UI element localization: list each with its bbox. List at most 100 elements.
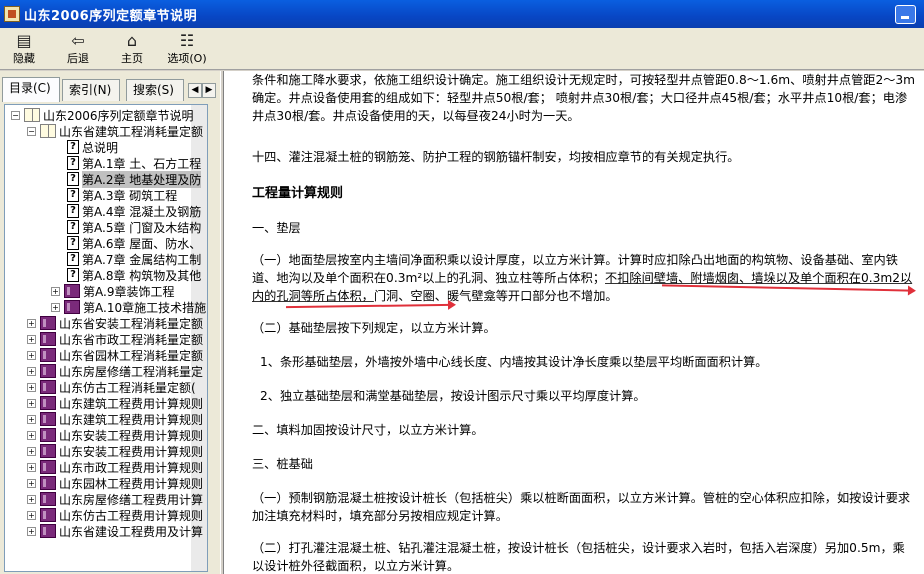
expand-icon[interactable]: + (27, 478, 36, 488)
contents-tree[interactable]: − 山东2006序列定额章节说明 − 山东省建筑工程消耗量定额? 总说明? 第A.1章 土… (4, 104, 208, 572)
tree-item-label: 山东安装工程费用计算规则 (59, 444, 204, 459)
tree-item[interactable]: + 第A.9章装饰工程 (51, 283, 174, 299)
tree-item[interactable]: − 山东2006序列定额章节说明 (11, 107, 194, 123)
tab-scroll-right-icon[interactable]: ▶ (202, 83, 216, 98)
tree-item[interactable]: − 山东省建筑工程消耗量定额 (27, 123, 203, 139)
open-book-icon (40, 124, 56, 138)
title-bar: 山东2006序列定额章节说明 (0, 0, 924, 28)
expand-icon[interactable]: + (27, 334, 36, 344)
tree-item[interactable]: + 山东房屋修缮工程费用计算 (27, 491, 203, 507)
tree-item[interactable]: + 山东省安装工程消耗量定额 (27, 315, 203, 331)
tree-item[interactable]: ? 第A.5章 门窗及木结构 (67, 219, 201, 235)
tree-item-label: 山东仿古工程消耗量定额( (59, 380, 196, 395)
tree-item[interactable]: + 山东省市政工程消耗量定额 (27, 331, 203, 347)
tree-item[interactable]: + 山东市政工程费用计算规则 (27, 459, 203, 475)
back-arrow-icon: ⇦ (71, 31, 85, 50)
tree-item-label: 山东房屋修缮工程消耗量定 (59, 364, 204, 379)
open-book-icon (24, 108, 40, 122)
floor-cushion-text-c: 门洞、空圈、暖气壁龛等开口部分也不增加。 (373, 289, 618, 303)
hide-label: 隐藏 (13, 52, 35, 65)
tree-item[interactable]: + 山东省建设工程费用及计算 (27, 523, 203, 539)
tree-item[interactable]: + 第A.10章施工技术措施 (51, 299, 206, 315)
expand-icon[interactable]: + (27, 510, 36, 520)
tab-index[interactable]: 索引(N) (62, 79, 120, 101)
paragraph-cast-pile: （二）打孔灌注混凝土桩、钻孔灌注混凝土桩，按设计桩长（包括桩尖，设计要求入岩时，… (252, 541, 905, 573)
paragraph-14: 十四、灌注混凝土桩的钢筋笼、防护工程的钢筋锚杆制安，均按相应章节的有关规定执行。 (252, 150, 740, 164)
options-button[interactable]: ☷ 选项(O) (162, 30, 212, 68)
tree-item[interactable]: + 山东园林工程费用计算规则 (27, 475, 203, 491)
expand-icon[interactable]: + (27, 350, 36, 360)
tab-contents[interactable]: 目录(C) (2, 77, 60, 102)
tree-item[interactable]: ? 第A.4章 混凝土及钢筋 (67, 203, 201, 219)
expand-icon[interactable]: + (27, 366, 36, 376)
tree-item[interactable]: + 山东房屋修缮工程消耗量定 (27, 363, 203, 379)
tree-item[interactable]: + 山东仿古工程消耗量定额( (27, 379, 196, 395)
tree-item-label: 第A.5章 门窗及木结构 (82, 220, 202, 235)
tree-item-label: 山东省园林工程消耗量定额 (59, 348, 204, 363)
expand-icon[interactable]: + (27, 318, 36, 328)
topic-content: 条件和施工降水要求，依施工组织设计确定。施工组织设计无规定时，可按轻型井点管距0… (224, 71, 924, 574)
window-title: 山东2006序列定额章节说明 (24, 8, 198, 24)
home-icon: ⌂ (126, 31, 138, 50)
closed-book-icon (40, 444, 56, 458)
tree-item[interactable]: ? 第A.2章 地基处理及防 (67, 170, 202, 188)
help-page-icon: ? (67, 252, 79, 266)
help-page-icon: ? (67, 140, 79, 154)
minimize-button[interactable] (895, 5, 916, 24)
hide-button[interactable]: ▤ 隐藏 (2, 30, 46, 68)
back-button[interactable]: ⇦ 后退 (56, 30, 100, 68)
expand-icon[interactable]: + (27, 526, 36, 536)
expand-icon[interactable]: + (27, 382, 36, 392)
tab-scroll-left-icon[interactable]: ◀ (188, 83, 202, 98)
collapse-icon[interactable]: − (27, 126, 36, 136)
tree-item[interactable]: + 山东安装工程费用计算规则 (27, 443, 203, 459)
closed-book-icon (40, 524, 56, 538)
tree-item[interactable]: ? 第A.3章 砌筑工程 (67, 187, 177, 203)
tree-item[interactable]: + 山东建筑工程费用计算规则 (27, 411, 203, 427)
tree-item[interactable]: ? 第A.8章 构筑物及其他 (67, 267, 201, 283)
tree-item-label: 山东省建筑工程消耗量定额 (59, 124, 204, 139)
help-page-icon: ? (67, 172, 79, 186)
expand-icon[interactable]: + (27, 414, 36, 424)
collapse-icon[interactable]: − (11, 110, 20, 120)
paragraph-floor-cushion: （一）地面垫层按室内主墙间净面积乘以设计厚度，以立方米计算。计算时应扣除凸出地面… (252, 251, 916, 305)
tree-item[interactable]: + 山东省园林工程消耗量定额 (27, 347, 203, 363)
tab-search[interactable]: 搜索(S) (126, 79, 184, 101)
expand-icon[interactable]: + (27, 462, 36, 472)
expand-icon[interactable]: + (27, 494, 36, 504)
tree-item-label: 山东安装工程费用计算规则 (59, 428, 204, 443)
help-app-icon (4, 6, 20, 22)
expand-icon[interactable]: + (51, 286, 60, 296)
expand-icon[interactable]: + (27, 398, 36, 408)
expand-icon[interactable]: + (27, 446, 36, 456)
help-page-icon: ? (67, 236, 79, 250)
tree-item[interactable]: + 山东安装工程费用计算规则 (27, 427, 203, 443)
navigation-pane: 目录(C) 索引(N) 搜索(S) ◀ ▶ − 山东2006序列定额章节说明 − 山东… (0, 71, 220, 574)
home-button[interactable]: ⌂ 主页 (110, 30, 154, 68)
expand-icon[interactable]: + (27, 430, 36, 440)
tree-item-label: 山东市政工程费用计算规则 (59, 460, 204, 475)
closed-book-icon (40, 460, 56, 474)
closed-book-icon (40, 428, 56, 442)
closed-book-icon (40, 492, 56, 506)
tree-item-label: 山东2006序列定额章节说明 (43, 108, 194, 123)
tree-item[interactable]: + 山东建筑工程费用计算规则 (27, 395, 203, 411)
tree-item-label: 第A.8章 构筑物及其他 (82, 268, 202, 283)
tree-item[interactable]: + 山东仿古工程费用计算规则 (27, 507, 203, 523)
expand-icon[interactable]: + (51, 302, 60, 312)
tree-item[interactable]: ? 第A.6章 屋面、防水、 (67, 235, 201, 251)
tree-item[interactable]: ? 第A.7章 金属结构工制 (67, 251, 201, 267)
tree-item-label: 第A.6章 屋面、防水、 (82, 236, 202, 251)
home-label: 主页 (121, 52, 143, 65)
help-page-icon: ? (67, 188, 79, 202)
tree-item-label: 山东建筑工程费用计算规则 (59, 412, 204, 427)
tree-item[interactable]: ? 第A.1章 土、石方工程 (67, 155, 201, 171)
tree-item-label: 山东建筑工程费用计算规则 (59, 396, 204, 411)
tree-item[interactable]: ? 总说明 (67, 139, 118, 155)
help-page-icon: ? (67, 220, 79, 234)
closed-book-icon (40, 380, 56, 394)
help-page-icon: ? (67, 268, 79, 282)
closed-book-icon (40, 396, 56, 410)
back-label: 后退 (67, 52, 89, 65)
hide-icon: ▤ (16, 31, 32, 50)
